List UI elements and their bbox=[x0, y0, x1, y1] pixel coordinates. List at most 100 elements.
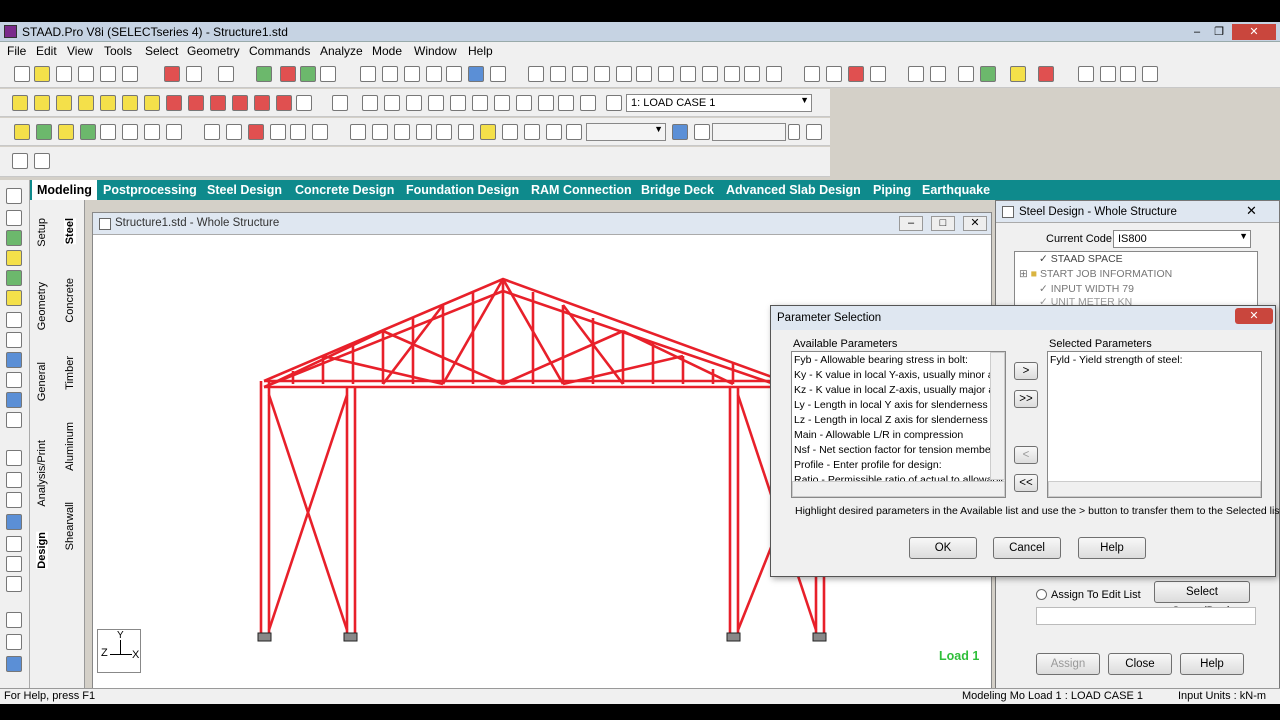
horizontal-scrollbar[interactable] bbox=[1048, 481, 1261, 497]
select-parallel-icon[interactable] bbox=[6, 352, 22, 368]
menu-help[interactable]: Help bbox=[468, 44, 493, 58]
snapshot-icon[interactable] bbox=[468, 66, 484, 82]
magnify-icon[interactable] bbox=[558, 95, 574, 111]
tab-postprocessing[interactable]: Postprocessing bbox=[103, 183, 197, 197]
help-button[interactable]: Help bbox=[1078, 537, 1146, 559]
available-parameters-list[interactable]: Fyb - Allowable bearing stress in bolt: … bbox=[791, 351, 1006, 498]
menu-view[interactable]: View bbox=[67, 44, 93, 58]
plates-cursor-icon[interactable] bbox=[58, 124, 74, 140]
beam-select-icon[interactable] bbox=[6, 492, 22, 508]
close-button[interactable]: Close bbox=[1108, 653, 1172, 675]
tab-steel-design[interactable]: Steel Design bbox=[207, 183, 282, 197]
minimize-icon[interactable]: – bbox=[899, 216, 923, 231]
branch-icon[interactable] bbox=[566, 124, 582, 140]
list-item[interactable]: Kz - K value in local Z-axis, usually ma… bbox=[794, 384, 1005, 396]
assign-button[interactable]: Assign bbox=[1036, 653, 1100, 675]
plane-icon[interactable] bbox=[6, 472, 22, 488]
print-icon[interactable] bbox=[78, 66, 94, 82]
calculator-icon[interactable] bbox=[694, 124, 710, 140]
select-solid-icon[interactable] bbox=[6, 270, 22, 286]
close-app-button[interactable]: ✕ bbox=[1232, 24, 1276, 40]
view-top-icon[interactable] bbox=[100, 95, 116, 111]
grid-icon[interactable] bbox=[270, 124, 286, 140]
zoom-in-icon[interactable] bbox=[384, 95, 400, 111]
nodes-cursor-icon[interactable] bbox=[14, 124, 30, 140]
menu-select[interactable]: Select bbox=[145, 44, 178, 58]
command-tree[interactable]: ✓ STAAD SPACE ⊞ ■ START JOB INFORMATION … bbox=[1014, 251, 1258, 307]
download-icon[interactable] bbox=[806, 124, 822, 140]
add-line-icon[interactable] bbox=[312, 124, 328, 140]
ruler-icon[interactable] bbox=[6, 634, 22, 650]
list-item[interactable]: Ky - K value in local Y-axis, usually mi… bbox=[794, 369, 1005, 381]
menu-tools[interactable]: Tools bbox=[104, 44, 132, 58]
paste-icon[interactable] bbox=[122, 66, 138, 82]
support-1[interactable] bbox=[257, 632, 272, 642]
remove-all-parameters-button[interactable]: << bbox=[1014, 474, 1038, 492]
solids-cursor-icon[interactable] bbox=[100, 124, 116, 140]
support-4[interactable] bbox=[812, 632, 827, 642]
menu-geometry[interactable]: Geometry bbox=[187, 44, 240, 58]
tab-piping[interactable]: Piping bbox=[873, 183, 911, 197]
window-new-icon[interactable] bbox=[1142, 66, 1158, 82]
vtab-setup[interactable]: Setup bbox=[36, 218, 48, 247]
select-arrow-icon[interactable] bbox=[6, 188, 22, 204]
translational-icon[interactable] bbox=[804, 66, 820, 82]
dynamic-zoom-icon[interactable] bbox=[450, 95, 466, 111]
window-close-icon[interactable] bbox=[1120, 66, 1136, 82]
tab-modeling[interactable]: Modeling bbox=[32, 180, 97, 200]
node-distance-icon[interactable] bbox=[658, 66, 674, 82]
select-surface-icon[interactable] bbox=[6, 290, 22, 306]
vtab-aluminum[interactable]: Aluminum bbox=[64, 422, 76, 471]
tab-advanced-slab-design[interactable]: Advanced Slab Design bbox=[726, 183, 861, 197]
spin-right-icon[interactable] bbox=[276, 95, 292, 111]
settings-icon[interactable] bbox=[6, 612, 22, 628]
load-icon[interactable] bbox=[546, 124, 562, 140]
selected-parameters-list[interactable]: Fyld - Yield strength of steel: bbox=[1047, 351, 1262, 498]
toggle-icon[interactable] bbox=[12, 153, 28, 169]
spin-left-icon[interactable] bbox=[254, 95, 270, 111]
support-2[interactable] bbox=[343, 632, 358, 642]
split-icon[interactable] bbox=[372, 124, 388, 140]
circular-repeat-icon[interactable] bbox=[416, 124, 432, 140]
plate-icon[interactable] bbox=[930, 66, 946, 82]
vtab-geometry[interactable]: Geometry bbox=[36, 282, 48, 330]
select-node-icon[interactable] bbox=[6, 210, 22, 226]
monitor-icon[interactable] bbox=[672, 124, 688, 140]
vtab-general[interactable]: General bbox=[36, 362, 48, 401]
dynamic-rotate-icon[interactable] bbox=[296, 95, 312, 111]
ok-button[interactable]: OK bbox=[909, 537, 977, 559]
magic-wand-icon[interactable] bbox=[320, 66, 336, 82]
print-preview-icon[interactable] bbox=[360, 66, 376, 82]
view-back-icon[interactable] bbox=[34, 95, 50, 111]
pointer-help-icon[interactable] bbox=[766, 66, 782, 82]
menu-analyze[interactable]: Analyze bbox=[320, 44, 363, 58]
vtab-shearwall[interactable]: Shearwall bbox=[64, 502, 76, 550]
export-icon[interactable] bbox=[446, 66, 462, 82]
rotate-up-icon[interactable] bbox=[166, 95, 182, 111]
beam-icon[interactable] bbox=[908, 66, 924, 82]
list-item[interactable]: Profile - Enter profile for design: bbox=[794, 459, 942, 471]
list-item[interactable]: Ly - Length in local Y axis for slendern… bbox=[794, 399, 1002, 411]
assign-edit-list-radio[interactable] bbox=[1036, 589, 1047, 600]
property-icon[interactable] bbox=[502, 124, 518, 140]
view-bottom-icon[interactable] bbox=[122, 95, 138, 111]
pick-icon[interactable] bbox=[256, 66, 272, 82]
list-item[interactable]: Fyb - Allowable bearing stress in bolt: bbox=[794, 354, 968, 366]
picture-icon[interactable] bbox=[404, 66, 420, 82]
vertical-scrollbar[interactable] bbox=[990, 352, 1005, 480]
view-right-icon[interactable] bbox=[78, 95, 94, 111]
load-case-select[interactable]: 1: LOAD CASE 1 ▼ bbox=[626, 94, 812, 112]
zoom-previous-icon[interactable] bbox=[472, 95, 488, 111]
tree-item-start-job[interactable]: ⊞ ■ START JOB INFORMATION bbox=[1019, 268, 1172, 280]
column-icon[interactable] bbox=[958, 66, 974, 82]
display-distance-icon[interactable] bbox=[636, 66, 652, 82]
maximize-icon[interactable]: □ bbox=[931, 216, 955, 231]
angle-icon[interactable] bbox=[680, 66, 696, 82]
copy-icon[interactable] bbox=[100, 66, 116, 82]
member-dimension-icon[interactable] bbox=[616, 66, 632, 82]
restore-button[interactable]: ❐ bbox=[1208, 24, 1230, 40]
tree-item-staad-space[interactable]: ✓ STAAD SPACE bbox=[1039, 253, 1123, 265]
group-icon[interactable] bbox=[6, 412, 22, 428]
cancel-button[interactable]: Cancel bbox=[993, 537, 1061, 559]
horizontal-scrollbar[interactable] bbox=[792, 481, 1005, 497]
